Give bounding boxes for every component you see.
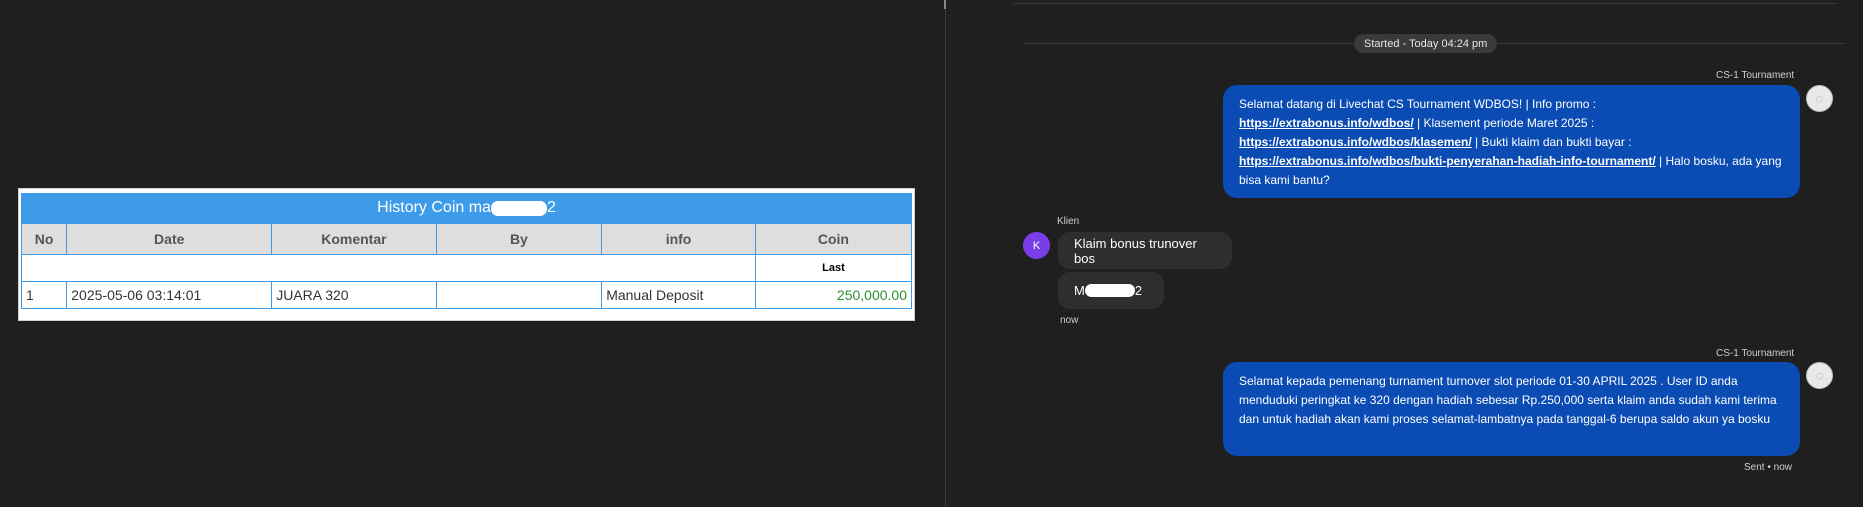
cell-by xyxy=(435,281,603,309)
agent-message-winner: Selamat kepada pemenang turnament turnov… xyxy=(1223,362,1800,456)
col-header-by[interactable]: By xyxy=(435,223,603,255)
klasemen-link[interactable]: https://extrabonus.info/wdbos/klasemen/ xyxy=(1239,135,1472,149)
userid-prefix: M xyxy=(1074,283,1085,298)
welcome-text-2: | Klasement periode Maret 2025 : xyxy=(1413,116,1595,130)
welcome-text-1: Selamat datang di Livechat CS Tournament… xyxy=(1239,97,1597,111)
agent-avatar-2[interactable]: ◌ xyxy=(1806,362,1833,389)
table-row[interactable]: 1 2025-05-06 03:14:01 JUARA 320 Manual D… xyxy=(20,281,913,309)
last-label: Last xyxy=(754,254,913,282)
history-table: No Date Komentar By info Coin Last 1 202… xyxy=(20,223,913,309)
session-started-badge: Started - Today 04:24 pm xyxy=(1354,34,1498,53)
chat-pane: Started - Today 04:24 pm CS-1 Tournament… xyxy=(946,0,1863,507)
history-title: History Coin ma 2 xyxy=(21,193,912,223)
agent-message-welcome: Selamat datang di Livechat CS Tournament… xyxy=(1223,85,1800,198)
welcome-text-3: | Bukti klaim dan bukti bayar : xyxy=(1471,135,1632,149)
col-header-date[interactable]: Date xyxy=(66,223,273,255)
cell-date: 2025-05-06 03:14:01 xyxy=(66,281,273,309)
subheader-spacer xyxy=(21,254,756,282)
userid-suffix: 2 xyxy=(1134,283,1143,298)
redaction-mark xyxy=(490,200,547,216)
col-header-info[interactable]: info xyxy=(601,223,756,255)
client-message-userid: M 2 xyxy=(1058,272,1164,309)
history-title-prefix: History Coin ma xyxy=(377,199,491,216)
cell-komentar: JUARA 320 xyxy=(271,281,437,309)
promo-link[interactable]: https://extrabonus.info/wdbos/ xyxy=(1239,116,1414,130)
client-name-label: Klien xyxy=(1057,216,1080,227)
top-divider xyxy=(1013,3,1838,4)
client-message-time: now xyxy=(1060,315,1079,326)
col-header-komentar[interactable]: Komentar xyxy=(271,223,437,255)
table-subheader-row: Last xyxy=(21,254,913,282)
client-message-claim: Klaim bonus trunover bos xyxy=(1058,232,1232,269)
cell-info: Manual Deposit xyxy=(601,281,756,309)
agent-name-label-2: CS-1 Tournament xyxy=(1716,348,1795,359)
history-coin-panel: History Coin ma 2 No Date Komentar By in… xyxy=(18,188,915,321)
agent-name-label: CS-1 Tournament xyxy=(1716,70,1795,81)
client-avatar[interactable]: K xyxy=(1023,232,1050,259)
cell-coin: 250,000.00 xyxy=(754,281,913,309)
left-pane: History Coin ma 2 No Date Komentar By in… xyxy=(0,0,946,507)
avatar-placeholder-icon: ◌ xyxy=(1815,368,1824,383)
redaction-mark xyxy=(1084,284,1135,297)
bukti-link[interactable]: https://extrabonus.info/wdbos/bukti-peny… xyxy=(1239,154,1656,168)
cell-no: 1 xyxy=(20,281,68,309)
col-header-coin[interactable]: Coin xyxy=(754,223,913,255)
table-header-row: No Date Komentar By info Coin xyxy=(20,223,913,255)
history-title-suffix: 2 xyxy=(546,199,556,216)
agent-avatar[interactable]: ◌ xyxy=(1806,85,1833,112)
avatar-placeholder-icon: ◌ xyxy=(1815,91,1824,106)
message-sent-status: Sent • now xyxy=(1744,462,1792,473)
col-header-no[interactable]: No xyxy=(20,223,68,255)
